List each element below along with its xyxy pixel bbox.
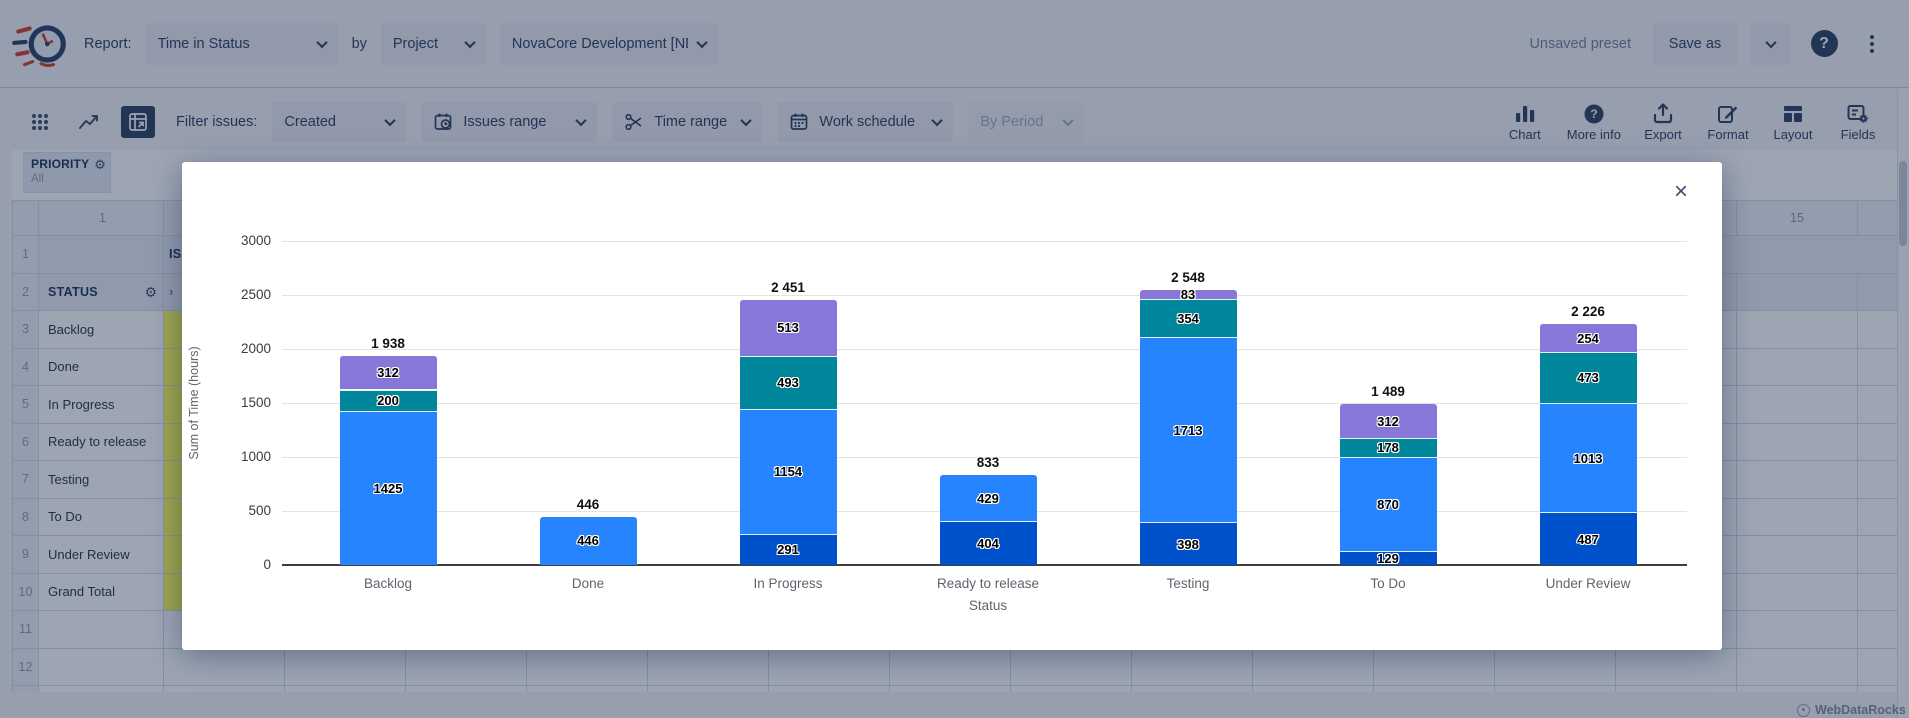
- bar-segment[interactable]: 83: [1140, 290, 1237, 299]
- bar-segment[interactable]: 429: [940, 475, 1037, 521]
- y-tick-label: 1500: [200, 395, 271, 410]
- bar-segment[interactable]: 1713: [1140, 337, 1237, 522]
- y-tick-label: 0: [200, 557, 271, 572]
- x-tick-label: Testing: [1088, 576, 1288, 591]
- bar-segment[interactable]: 178: [1340, 438, 1437, 457]
- bar-total-label: 833: [888, 455, 1088, 470]
- bar-segment[interactable]: 487: [1540, 512, 1637, 565]
- gridline: [282, 241, 1687, 242]
- bar-segment[interactable]: 513: [740, 300, 837, 355]
- x-tick-label: Backlog: [288, 576, 488, 591]
- bar-segment[interactable]: 1425: [340, 411, 437, 565]
- gridline: [282, 295, 1687, 296]
- stacked-bar-chart: Sum of Time (hours) Status 0500100015002…: [182, 162, 1722, 650]
- bar-total-label: 2 451: [688, 280, 888, 295]
- app-window: Report: Time in Status by Project NovaCo…: [0, 0, 1909, 718]
- y-tick-label: 2000: [200, 341, 271, 356]
- bar-segment[interactable]: 312: [1340, 404, 1437, 438]
- bar-segment[interactable]: 398: [1140, 522, 1237, 565]
- y-tick-label: 2500: [200, 287, 271, 302]
- bar-total-label: 1 489: [1288, 384, 1488, 399]
- y-tick-label: 1000: [200, 449, 271, 464]
- gridline: [282, 403, 1687, 404]
- bar-segment[interactable]: 254: [1540, 324, 1637, 351]
- bar-segment[interactable]: 870: [1340, 457, 1437, 551]
- x-tick-label: Ready to release: [888, 576, 1088, 591]
- x-axis-title: Status: [288, 598, 1688, 613]
- bar-segment[interactable]: 1013: [1540, 403, 1637, 512]
- bar-segment[interactable]: 312: [340, 356, 437, 390]
- gridline: [282, 349, 1687, 350]
- bar-segment[interactable]: 291: [740, 534, 837, 565]
- bar-total-label: 446: [488, 497, 688, 512]
- bar-segment[interactable]: 446: [540, 517, 637, 565]
- y-tick-label: 3000: [200, 233, 271, 248]
- bar-segment[interactable]: 200: [340, 390, 437, 412]
- x-tick-label: In Progress: [688, 576, 888, 591]
- bar-segment[interactable]: 354: [1140, 299, 1237, 337]
- bar-total-label: 1 938: [288, 336, 488, 351]
- y-tick-label: 500: [200, 503, 271, 518]
- bar-segment[interactable]: 493: [740, 356, 837, 409]
- bar-segment[interactable]: 129: [1340, 551, 1437, 565]
- bar-segment[interactable]: 473: [1540, 352, 1637, 403]
- x-tick-label: Done: [488, 576, 688, 591]
- bar-segment[interactable]: 1154: [740, 409, 837, 534]
- x-tick-label: To Do: [1288, 576, 1488, 591]
- bar-total-label: 2 226: [1488, 304, 1688, 319]
- chart-modal: × Sum of Time (hours) Status 05001000150…: [182, 162, 1722, 650]
- bar-segment[interactable]: 404: [940, 521, 1037, 565]
- bar-total-label: 2 548: [1088, 270, 1288, 285]
- x-tick-label: Under Review: [1488, 576, 1688, 591]
